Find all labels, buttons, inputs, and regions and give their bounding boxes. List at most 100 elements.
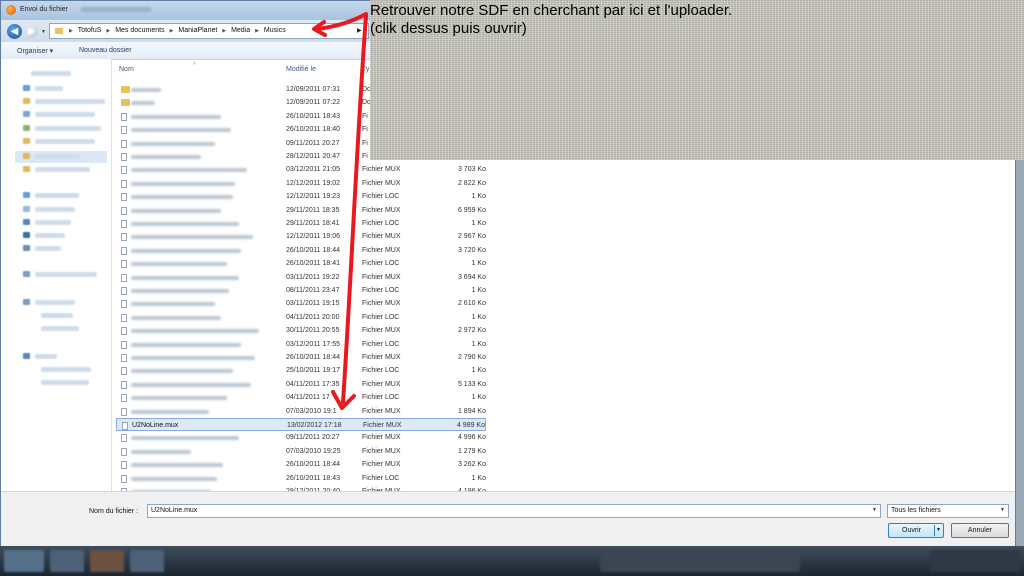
file-icon (121, 179, 127, 188)
file-type: Fichier MUX (363, 422, 402, 429)
breadcrumb-item[interactable]: ManiaPlanet (178, 27, 217, 34)
nav-item-icon (23, 125, 30, 131)
file-date: 30/11/2011 20:55 (286, 327, 340, 335)
chevron-down-icon[interactable]: ▼ (1000, 507, 1005, 513)
file-row[interactable]: 30/11/2011 20:55 Fichier MUX 2 972 Ko (116, 324, 486, 337)
file-row[interactable]: 04/11/2011 17:35 Fichier MUX 5 133 Ko (116, 378, 486, 391)
nav-item[interactable] (41, 380, 89, 385)
file-row[interactable]: 04/11/2011 17 Fichier LOC 1 Ko (116, 391, 486, 404)
file-row[interactable]: 12/12/2011 19:23 Fichier LOC 1 Ko (116, 190, 486, 203)
breadcrumb-item[interactable]: TotofuS (78, 27, 102, 34)
nav-item[interactable] (35, 272, 97, 277)
file-row[interactable]: 29/11/2011 18:41 Fichier LOC 1 Ko (116, 217, 486, 230)
taskbar-app[interactable] (600, 550, 800, 572)
file-row[interactable]: 03/11/2011 19:15 Fichier MUX 2 610 Ko (116, 297, 486, 310)
file-row[interactable]: 04/11/2011 20:00 Fichier LOC 1 Ko (116, 311, 486, 324)
breadcrumb-item[interactable]: Musics (264, 27, 286, 34)
file-row[interactable]: 26/10/2011 18:44 Fichier MUX 3 262 Ko (116, 458, 486, 471)
cancel-button[interactable]: Annuler (951, 523, 1009, 538)
file-row[interactable]: 12/12/2011 19:02 Fichier MUX 2 822 Ko (116, 177, 486, 190)
file-type-select[interactable]: Tous les fichiers ▼ (887, 504, 1009, 518)
file-size: 2 610 Ko (457, 300, 486, 308)
taskbar-app[interactable] (90, 550, 124, 572)
start-button[interactable] (4, 550, 44, 572)
chevron-down-icon[interactable]: ▼ (936, 527, 941, 533)
nav-item[interactable] (31, 71, 71, 76)
file-row[interactable]: 29/11/2011 18:35 Fichier MUX 6 959 Ko (116, 204, 486, 217)
file-row[interactable]: U2NoLine.mux 13/02/2012 17:18 Fichier MUX 4… (116, 418, 486, 431)
nav-item[interactable] (35, 300, 75, 305)
nav-item[interactable] (35, 167, 90, 172)
column-header-type[interactable]: Ty (362, 66, 369, 73)
blurred-file-name (131, 342, 241, 347)
nav-item[interactable] (35, 99, 105, 104)
nav-item[interactable] (41, 313, 73, 318)
file-row[interactable]: 26/10/2011 18:41 Fichier LOC 1 Ko (116, 257, 486, 270)
file-size: 1 Ko (471, 260, 486, 268)
file-type: Fichier MUX (362, 233, 401, 241)
file-icon (121, 340, 127, 349)
column-header-name[interactable]: Nom (119, 66, 134, 73)
file-icon (121, 327, 127, 336)
file-row[interactable]: 03/12/2011 17:55 Fichier LOC 1 Ko (116, 338, 486, 351)
nav-item[interactable] (35, 207, 75, 212)
breadcrumb-item[interactable]: Media (231, 27, 250, 34)
nav-item[interactable] (35, 126, 101, 131)
breadcrumb-separator-icon[interactable]: ▶ (222, 28, 226, 34)
file-type: Fichier MUX (362, 447, 401, 455)
file-type: Fichier MUX (362, 434, 401, 442)
breadcrumb-separator-icon[interactable]: ▶ (255, 28, 259, 34)
blurred-file-name (131, 476, 217, 481)
file-size: 3 720 Ko (457, 246, 486, 254)
breadcrumb-separator-icon[interactable]: ▶ (106, 28, 110, 34)
file-row[interactable]: 12/12/2011 19:06 Fichier MUX 2 967 Ko (116, 230, 486, 243)
file-row[interactable]: 26/10/2011 18:44 Fichier MUX 2 790 Ko (116, 351, 486, 364)
forward-arrow-icon[interactable]: ▶ (25, 25, 38, 38)
breadcrumb-item[interactable]: Mes documents (115, 27, 164, 34)
nav-item[interactable] (35, 112, 95, 117)
file-row[interactable]: 26/10/2011 18:44 Fichier MUX 3 720 Ko (116, 244, 486, 257)
history-dropdown-icon[interactable]: ▼ (41, 29, 46, 35)
nav-item[interactable] (41, 326, 79, 331)
file-size: 1 279 Ko (457, 447, 486, 455)
nav-item[interactable] (35, 220, 71, 225)
taskbar-app[interactable] (50, 550, 84, 572)
taskbar-app[interactable] (130, 550, 164, 572)
breadcrumb-more-icon[interactable]: ▶ (357, 27, 362, 34)
file-type: Fichier MUX (362, 327, 401, 335)
nav-item[interactable] (35, 246, 61, 251)
file-row[interactable]: 08/11/2011 23:47 Fichier LOC 1 Ko (116, 284, 486, 297)
chevron-down-icon[interactable]: ▼ (872, 507, 877, 513)
nav-item[interactable] (35, 86, 63, 91)
nav-item[interactable] (41, 367, 91, 372)
nav-item[interactable] (35, 193, 79, 198)
file-size: 1 Ko (471, 220, 486, 227)
open-button[interactable]: Ouvrir ▼ (888, 523, 944, 538)
nav-item[interactable] (35, 354, 57, 359)
organize-button[interactable]: Organiser ▾ (17, 47, 53, 55)
file-row[interactable]: 03/11/2011 19:22 Fichier MUX 3 694 Ko (116, 271, 486, 284)
file-type: Fichier LOC (362, 220, 400, 227)
blurred-file-name (131, 369, 233, 374)
blurred-file-name (131, 101, 155, 106)
back-arrow-icon[interactable]: ◀ (7, 24, 22, 39)
file-row[interactable]: 26/10/2011 18:43 Fichier LOC 1 Ko (116, 472, 486, 485)
nav-item[interactable] (35, 154, 80, 159)
filename-input[interactable]: U2NoLine.mux ▼ (147, 504, 881, 518)
file-size: 3 703 Ko (457, 166, 486, 174)
nav-item[interactable] (35, 139, 95, 144)
file-date: 12/12/2011 19:06 (286, 233, 340, 241)
new-folder-button[interactable]: Nouveau dossier (79, 47, 132, 54)
file-row[interactable]: 07/03/2010 19:25 Fichier MUX 1 279 Ko (116, 445, 486, 458)
file-type: Fichier LOC (362, 193, 400, 201)
file-row[interactable]: 09/11/2011 20:27 Fichier MUX 4 996 Ko (116, 431, 486, 444)
system-tray[interactable] (930, 550, 1020, 572)
file-row[interactable]: 25/10/2011 19:17 Fichier LOC 1 Ko (116, 364, 486, 377)
file-row[interactable]: 07/03/2010 19:1 Fichier MUX 1 894 Ko (116, 405, 486, 418)
breadcrumb-separator-icon[interactable]: ▶ (170, 28, 174, 34)
file-row[interactable]: 03/12/2011 21:05 Fichier MUX 3 703 Ko (116, 163, 486, 176)
nav-item[interactable] (35, 233, 65, 238)
blurred-file-name (131, 248, 241, 253)
column-header-date[interactable]: Modifié le (286, 66, 316, 73)
address-bar[interactable]: ▶ TotofuS ▶ Mes documents ▶ ManiaPlanet … (49, 23, 369, 39)
